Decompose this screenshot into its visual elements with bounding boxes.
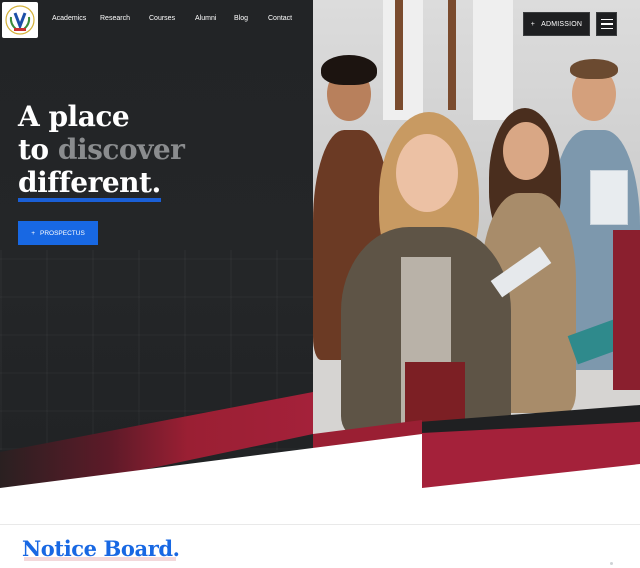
student-figure [341,112,552,434]
crest-icon [5,5,35,35]
hamburger-menu-button[interactable] [596,12,617,36]
nav-contact[interactable]: Contact [268,15,292,22]
photo-window [473,0,513,120]
hero-students-photo [313,0,640,434]
nav-academics[interactable]: Academics [52,15,86,22]
photo-beam [448,0,456,110]
hero-headline: A place to discover different. [18,100,185,202]
notice-board-title: Notice Board. [22,536,180,561]
admission-button[interactable]: + ADMISSION [523,12,590,36]
menu-icon-line [600,18,613,21]
decorative-dot [610,562,613,565]
hero-section [0,0,640,500]
prospectus-label: PROSPECTUS [40,229,85,237]
headline-line-1: A place [18,100,130,133]
site-logo[interactable] [2,2,38,38]
nav-blog[interactable]: Blog [234,15,248,22]
photo-beam [395,0,403,110]
headline-line-2b: discover [57,133,185,166]
section-divider [0,524,640,525]
headline-line-2a: to [18,133,49,166]
menu-icon-line [600,27,613,30]
nav-courses[interactable]: Courses [149,15,175,22]
plus-icon: + [31,229,35,237]
student-figure [613,230,640,390]
nav-alumni[interactable]: Alumni [195,15,216,22]
prospectus-button[interactable]: + PROSPECTUS [18,221,98,245]
admission-label: ADMISSION [541,20,583,28]
headline-line-3: different. [18,168,161,202]
plus-icon: + [530,20,536,28]
nav-research[interactable]: Research [100,15,130,22]
menu-icon-line [600,23,613,25]
